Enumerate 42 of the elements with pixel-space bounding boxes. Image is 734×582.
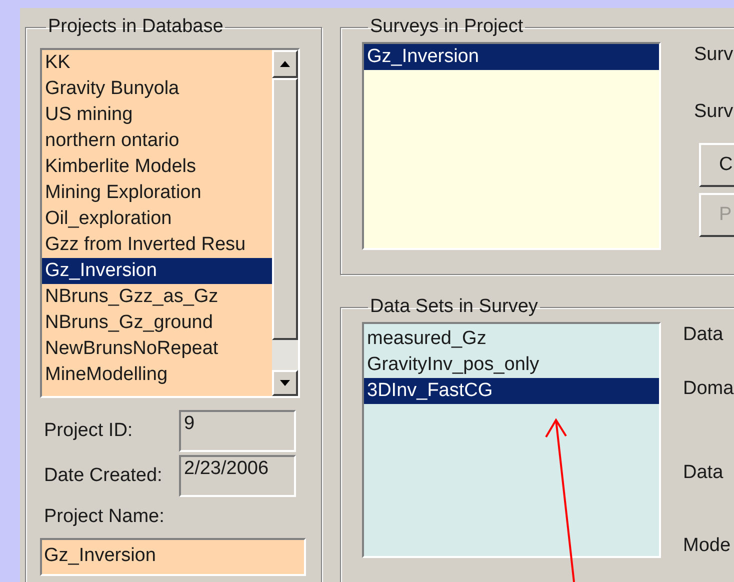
scroll-up-button[interactable] xyxy=(272,50,298,78)
action-button[interactable]: C xyxy=(699,143,734,187)
field-label: Data xyxy=(683,323,724,347)
readonly-field: 2/23/2006 xyxy=(179,455,296,497)
field-label: Mode xyxy=(683,534,732,558)
list-item[interactable]: Gz_Inversion xyxy=(42,258,272,284)
field-label: Surv xyxy=(694,100,734,124)
list-item[interactable]: NBruns_Gz_ground xyxy=(42,310,272,336)
list-item[interactable]: NewBrunsNoRepeat xyxy=(42,336,272,362)
list-item[interactable]: measured_Gz xyxy=(364,326,659,352)
project-name-field[interactable]: Gz_Inversion xyxy=(40,538,306,576)
list-item[interactable]: 3DInv_FastCG xyxy=(364,378,659,404)
field-label: Surv xyxy=(694,43,734,67)
scroll-down-button[interactable] xyxy=(272,370,298,396)
list-item[interactable]: Gzz from Inverted Resu xyxy=(42,232,272,258)
list-item[interactable]: NBruns_Gzz_as_Gz xyxy=(42,284,272,310)
list-item[interactable]: Gz_Inversion xyxy=(364,44,659,70)
list-item[interactable]: GravityInv_pos_only xyxy=(364,352,659,378)
list-item[interactable]: Kimberlite Models xyxy=(42,154,272,180)
group-title: Projects in Database xyxy=(47,16,224,38)
group-title: Data Sets in Survey xyxy=(369,296,539,318)
list-item[interactable]: northern ontario xyxy=(42,128,272,154)
list-item[interactable]: Mining Exploration xyxy=(42,180,272,206)
list-item[interactable]: Oil_exploration xyxy=(42,206,272,232)
project-list[interactable]: KK Gravity Bunyola US mining northern ontario Kimberlite Models Mining Exploration Oil_exploration Gzz from Inverted Resu Gz_Inversion NBruns_Gzz_as_Gz NBruns_Gz_ground NewBrunsNoRepeat MineModelling xyxy=(40,48,300,398)
group-title: Surveys in Project xyxy=(369,16,524,38)
field-label: Doma xyxy=(683,377,734,401)
list-item[interactable]: MineModelling xyxy=(42,362,272,388)
field-label: Date Created: xyxy=(43,464,164,488)
readonly-field: 9 xyxy=(179,410,296,452)
scrollbar[interactable] xyxy=(272,50,298,396)
list-item[interactable]: KK xyxy=(42,50,272,76)
survey-list[interactable]: Gz_Inversion xyxy=(362,42,661,250)
up-arrow-icon xyxy=(280,61,290,67)
scroll-thumb[interactable] xyxy=(272,78,298,340)
field-label: Project ID: xyxy=(43,418,134,443)
field-label: Project Name: xyxy=(43,505,166,529)
list-item[interactable]: Gravity Bunyola xyxy=(42,76,272,102)
dataset-list[interactable]: measured_Gz GravityInv_pos_only 3DInv_FastCG xyxy=(362,322,661,558)
list-item[interactable]: US mining xyxy=(42,102,272,128)
field-label: Data xyxy=(683,461,724,485)
down-arrow-icon xyxy=(280,380,290,386)
